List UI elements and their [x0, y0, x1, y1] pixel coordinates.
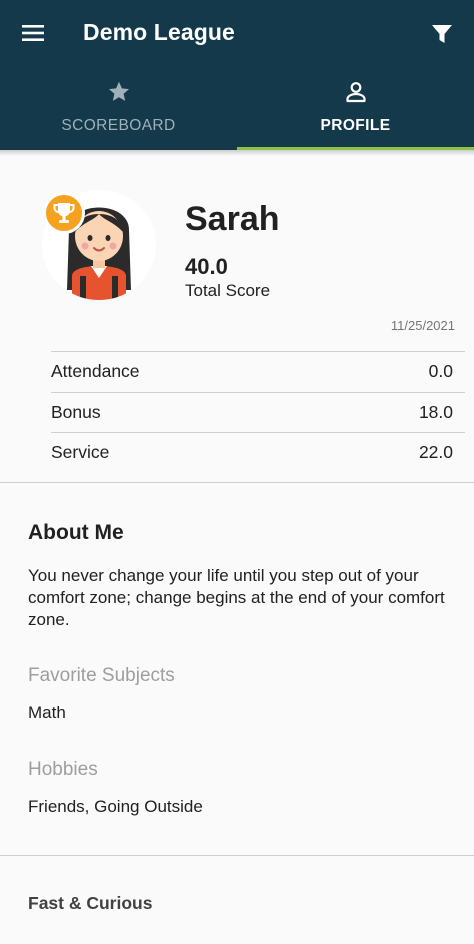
- favorite-subjects-value: Math: [28, 703, 66, 722]
- tab-bar: SCOREBOARD PROFILE: [0, 70, 474, 150]
- appbar-shadow: [0, 150, 474, 156]
- filter-icon: [432, 25, 452, 43]
- about-me-text: You never change your life until you ste…: [28, 566, 445, 629]
- menu-button[interactable]: [16, 18, 50, 48]
- profile-date: 11/25/2021: [390, 318, 455, 333]
- stat-label: Attendance: [51, 361, 140, 382]
- app-bar: Demo League SCOREBOARD PROFILE: [0, 0, 474, 150]
- section-divider: [0, 855, 474, 856]
- hobbies-value: Friends, Going Outside: [28, 797, 203, 816]
- stat-row-attendance: Attendance 0.0: [51, 351, 465, 392]
- badge-title: Fast & Curious: [28, 893, 153, 913]
- tab-scoreboard-label: SCOREBOARD: [61, 117, 176, 134]
- tab-profile-label: PROFILE: [320, 117, 391, 134]
- stat-label: Service: [51, 442, 110, 463]
- stat-value: 22.0: [418, 442, 453, 463]
- stat-row-bonus: Bonus 18.0: [51, 391, 465, 433]
- stat-value: 0.0: [428, 361, 453, 382]
- person-icon: [345, 82, 366, 103]
- total-score-value: 40.0: [185, 254, 228, 279]
- tab-profile[interactable]: PROFILE: [237, 70, 474, 150]
- tab-scoreboard[interactable]: SCOREBOARD: [0, 70, 237, 150]
- section-divider: [0, 482, 474, 483]
- app-title: Demo League: [83, 19, 235, 45]
- total-score-label: Total Score: [185, 281, 271, 300]
- score-breakdown: Attendance 0.0 Bonus 18.0 Service 22.0: [51, 351, 465, 473]
- stat-row-service: Service 22.0: [51, 432, 465, 473]
- stat-label: Bonus: [51, 401, 101, 422]
- profile-name: Sarah: [185, 200, 280, 238]
- stat-value: 18.0: [418, 401, 453, 422]
- star-icon: [108, 81, 129, 101]
- trophy-icon: [53, 203, 75, 223]
- favorite-subjects-label: Favorite Subjects: [28, 665, 175, 686]
- trophy-badge: [43, 192, 85, 234]
- hobbies-label: Hobbies: [28, 759, 98, 780]
- menu-icon: [22, 25, 44, 41]
- filter-button[interactable]: [424, 18, 460, 50]
- about-me-title: About Me: [28, 521, 124, 544]
